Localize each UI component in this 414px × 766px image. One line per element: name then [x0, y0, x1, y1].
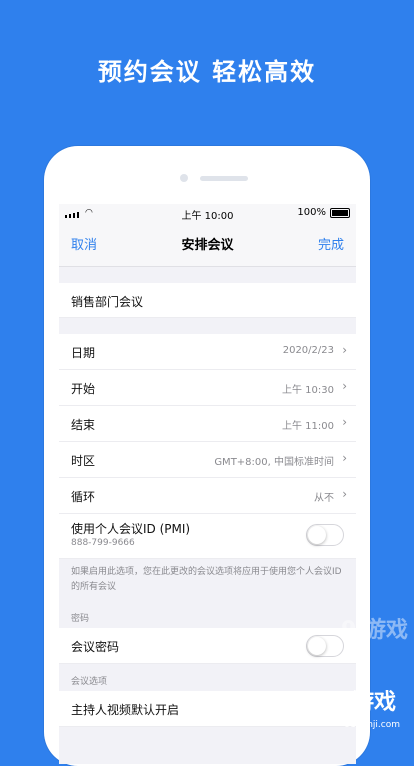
pmi-row: 使用个人会议ID (PMI) 888-799-9666 — [59, 514, 356, 559]
start-row[interactable]: 开始 上午 10:30 › — [59, 370, 356, 406]
nav-bar: 取消 安排会议 完成 — [59, 222, 356, 267]
chevron-right-icon: › — [342, 415, 347, 429]
status-bar: ◠ 上午 10:00 100% — [59, 204, 356, 222]
end-row[interactable]: 结束 上午 11:00 › — [59, 406, 356, 442]
end-value: 上午 11:00 — [282, 421, 334, 432]
timezone-row[interactable]: 时区 GMT+8:00, 中国标准时间 › — [59, 442, 356, 478]
camera-dot — [180, 174, 188, 182]
done-button[interactable]: 完成 — [318, 234, 344, 253]
headline: 预约会议 轻松高效 — [97, 58, 317, 86]
battery-percent: 100% — [297, 207, 326, 218]
meeting-title-field[interactable]: 销售部门会议 — [59, 283, 356, 318]
brand-url: 91danji.com — [344, 720, 400, 730]
chevron-right-icon: › — [342, 343, 347, 357]
phone-screen: ◠ 上午 10:00 100% 取消 安排会议 完成 销售部门会议 日期 202… — [59, 204, 356, 764]
date-label: 日期 — [71, 346, 96, 360]
timezone-value: GMT+8:00, 中国标准时间 — [214, 457, 334, 468]
end-label: 结束 — [71, 418, 96, 432]
meeting-title-text: 销售部门会议 — [71, 295, 144, 309]
start-label: 开始 — [71, 382, 96, 396]
date-value: 2020/2/23 — [282, 345, 334, 356]
pmi-label: 使用个人会议ID (PMI) — [71, 522, 191, 536]
repeat-label: 循环 — [71, 490, 96, 504]
host-video-row: 主持人视频默认开启 — [59, 691, 356, 727]
pmi-toggle[interactable] — [306, 524, 344, 546]
chevron-right-icon: › — [342, 451, 347, 465]
pmi-id: 888-799-9666 — [71, 538, 135, 548]
pmi-note: 如果启用此选项，您在此更改的会议选项将应用于使用您个人会议ID的所有会议 — [71, 567, 342, 592]
chevron-right-icon: › — [342, 379, 347, 393]
password-label: 会议密码 — [71, 640, 120, 654]
repeat-value: 从不 — [314, 493, 334, 504]
options-section-header: 会议选项 — [71, 677, 108, 687]
timezone-label: 时区 — [71, 454, 96, 468]
brand-logo: 9l游戏 — [329, 690, 396, 715]
password-toggle[interactable] — [306, 635, 344, 657]
start-value: 上午 10:30 — [282, 385, 334, 396]
host-video-label: 主持人视频默认开启 — [71, 703, 180, 717]
repeat-row[interactable]: 循环 从不 › — [59, 478, 356, 514]
password-row: 会议密码 — [59, 628, 356, 664]
password-section-header: 密码 — [71, 614, 90, 624]
speaker-grill — [200, 176, 248, 181]
page-title: 安排会议 — [181, 238, 234, 253]
battery-icon — [330, 207, 350, 218]
phone-mockup: ◠ 上午 10:00 100% 取消 安排会议 完成 销售部门会议 日期 202… — [44, 146, 370, 766]
date-row[interactable]: 日期 2020/2/23 › — [59, 334, 356, 370]
watermark-logo: 9l游戏 — [341, 618, 408, 643]
chevron-right-icon: › — [342, 487, 347, 501]
